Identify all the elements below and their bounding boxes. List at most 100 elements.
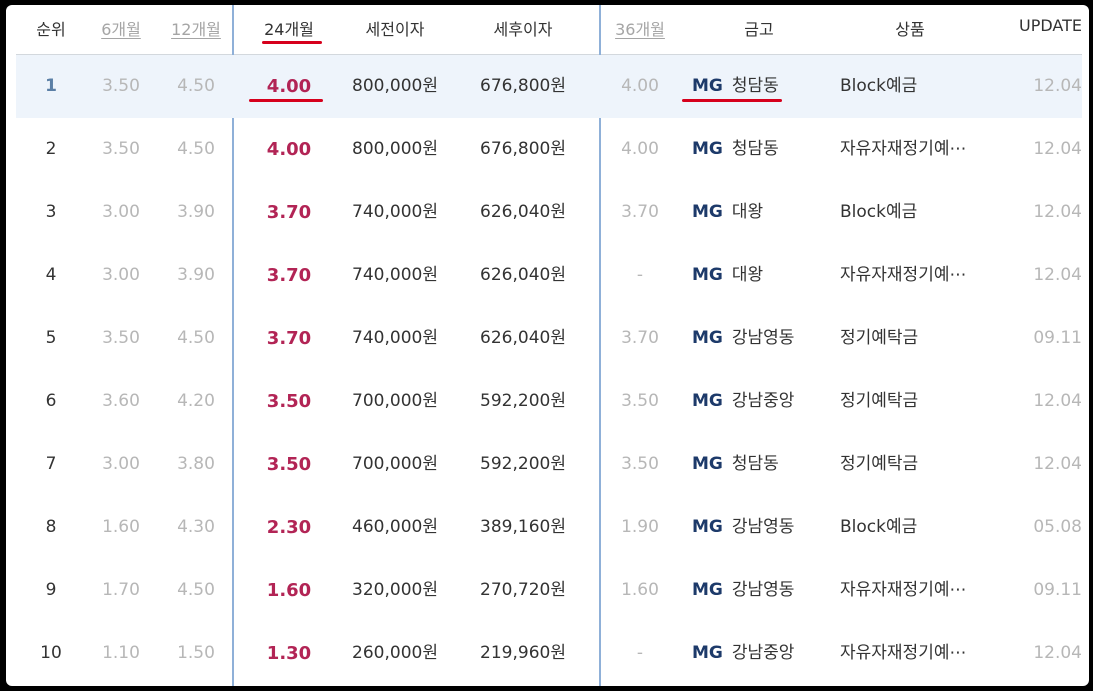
bank-name: 청담동: [731, 76, 779, 96]
bank-name: 청담동: [731, 454, 779, 474]
row1-rate-underline: [249, 99, 323, 102]
product-cell: 자유자재정기예⋯: [840, 139, 967, 159]
table-row[interactable]: 6 3.60 4.20 3.50 700,000원 592,200원 3.50 정기예탁금 12…: [16, 370, 1082, 433]
pretax-interest-cell: 800,000원: [352, 139, 438, 159]
rank-cell: 7: [45, 454, 57, 474]
pretax-interest-cell: 460,000원: [352, 517, 438, 537]
update-date-cell: 09.11: [1033, 328, 1082, 348]
pretax-interest-cell: 260,000원: [352, 643, 438, 663]
bank-cell[interactable]: MG 강남중앙: [692, 370, 794, 433]
mg-logo-text: MG: [692, 76, 723, 96]
rate-12month-cell: 3.90: [177, 265, 215, 285]
aftertax-interest-cell: 270,720원: [480, 580, 566, 600]
row1-bank-underline: [682, 99, 782, 102]
mg-logo-text: MG: [692, 265, 723, 285]
aftertax-interest-cell: 626,040원: [480, 202, 566, 222]
table-row[interactable]: 8 1.60 4.30 2.30 460,000원 389,160원 1.90 Block예금…: [16, 496, 1082, 559]
rate-12month-cell: 3.90: [177, 202, 215, 222]
rate-24month-cell: 3.70: [266, 265, 312, 286]
table-row[interactable]: 10 1.10 1.50 1.30 260,000원 219,960원 - 자유자재정기예⋯ 1…: [16, 622, 1082, 685]
bank-name: 강남영동: [731, 517, 795, 537]
bank-cell[interactable]: MG 강남영동: [692, 559, 794, 622]
rate-24month-cell: 3.70: [266, 202, 312, 223]
rate-36month-cell: -: [636, 643, 644, 663]
rate-12month-cell: 4.50: [177, 76, 215, 96]
aftertax-interest-cell: 626,040원: [480, 265, 566, 285]
rate-36month-cell: 1.60: [621, 580, 659, 600]
rate-24month-cell: 1.30: [266, 643, 312, 664]
header-aftertax-interest: 세후이자: [493, 20, 553, 39]
bank-cell[interactable]: MG 대왕: [692, 181, 763, 244]
rank-cell: 4: [45, 265, 57, 285]
rate-12month-cell: 3.80: [177, 454, 215, 474]
bank-cell[interactable]: MG 강남중앙: [692, 622, 794, 685]
rate-6month-cell: 1.70: [102, 580, 140, 600]
table-row[interactable]: 7 3.00 3.80 3.50 700,000원 592,200원 3.50 정기예탁금 12…: [16, 433, 1082, 496]
table-row[interactable]: 1 3.50 4.50 4.00 800,000원 676,800원 4.00 Block예금…: [16, 55, 1082, 118]
bank-cell[interactable]: MG 강남영동: [692, 496, 794, 559]
update-date-cell: 05.08: [1033, 517, 1082, 537]
product-cell: Block예금: [840, 517, 918, 537]
rate-24month-cell: 3.50: [266, 391, 312, 412]
header-6month-link[interactable]: 6개월: [101, 16, 141, 40]
header-36month-link[interactable]: 36개월: [615, 16, 665, 40]
update-date-cell: 12.04: [1033, 139, 1082, 159]
rate-24month-cell: 3.50: [266, 454, 312, 475]
aftertax-interest-cell: 389,160원: [480, 517, 566, 537]
rate-12month-cell: 4.50: [177, 580, 215, 600]
rate-6month-cell: 3.60: [102, 391, 140, 411]
rate-36month-cell: -: [636, 265, 644, 285]
bank-name: 강남영동: [731, 328, 795, 348]
update-date-cell: 12.04: [1033, 202, 1082, 222]
mg-logo-text: MG: [692, 580, 723, 600]
product-cell: 정기예탁금: [840, 328, 919, 348]
mg-logo-text: MG: [692, 517, 723, 537]
rate-24month-cell: 2.30: [266, 517, 312, 538]
rank-cell: 6: [45, 391, 57, 411]
header-24month[interactable]: 24개월: [264, 16, 314, 40]
rank-cell: 2: [45, 139, 57, 159]
rank-cell: 9: [45, 580, 57, 600]
mg-logo-text: MG: [692, 391, 723, 411]
update-date-cell: 12.04: [1033, 643, 1082, 663]
header-12month-link[interactable]: 12개월: [171, 16, 221, 40]
bank-name: 강남영동: [731, 580, 795, 600]
mg-logo-text: MG: [692, 328, 723, 348]
bank-cell[interactable]: MG 청담동: [692, 118, 779, 181]
table-row[interactable]: 5 3.50 4.50 3.70 740,000원 626,040원 3.70 정기예탁금 09…: [16, 307, 1082, 370]
bank-cell[interactable]: MG 청담동: [692, 433, 779, 496]
rate-12month-cell: 4.20: [177, 391, 215, 411]
rate-6month-cell: 1.60: [102, 517, 140, 537]
header-product: 상품: [895, 20, 925, 39]
table-row[interactable]: 2 3.50 4.50 4.00 800,000원 676,800원 4.00 자유자재정기예…: [16, 118, 1082, 181]
update-date-cell: 12.04: [1033, 391, 1082, 411]
product-cell: 자유자재정기예⋯: [840, 265, 967, 285]
rank-cell: 1: [45, 76, 57, 96]
rate-6month-cell: 3.00: [102, 265, 140, 285]
table-row[interactable]: 9 1.70 4.50 1.60 320,000원 270,720원 1.60 자유자재정기예…: [16, 559, 1082, 622]
product-cell: 정기예탁금: [840, 454, 919, 474]
rate-6month-cell: 3.00: [102, 454, 140, 474]
rank-cell: 10: [40, 643, 62, 663]
table-row[interactable]: 4 3.00 3.90 3.70 740,000원 626,040원 - 자유자재정기예⋯ 12…: [16, 244, 1082, 307]
header-pretax-interest: 세전이자: [365, 20, 425, 39]
rate-6month-cell: 3.00: [102, 202, 140, 222]
bank-cell[interactable]: MG 강남영동: [692, 307, 794, 370]
pretax-interest-cell: 800,000원: [352, 76, 438, 96]
product-cell: 자유자재정기예⋯: [840, 643, 967, 663]
rate-table: 순위 6개월 12개월 24개월 세전이자 세후이자 36개월 금고 상품 UP…: [6, 5, 1089, 686]
bank-name: 대왕: [731, 265, 764, 285]
rate-36month-cell: 4.00: [621, 139, 659, 159]
table-header: 순위 6개월 12개월 24개월 세전이자 세후이자 36개월 금고 상품 UP…: [16, 5, 1082, 55]
bank-cell[interactable]: MG 청담동: [692, 55, 779, 118]
rate-36month-cell: 3.50: [621, 391, 659, 411]
table-row[interactable]: 3 3.00 3.90 3.70 740,000원 626,040원 3.70 Block예금…: [16, 181, 1082, 244]
bank-cell[interactable]: MG 대왕: [692, 244, 763, 307]
rank-cell: 5: [45, 328, 57, 348]
rate-24month-cell: 3.70: [266, 328, 312, 349]
header-rank: 순위: [36, 20, 66, 39]
rate-36month-cell: 3.70: [621, 328, 659, 348]
rate-24month-cell: 4.00: [266, 139, 312, 160]
rate-12month-cell: 4.50: [177, 139, 215, 159]
rate-6month-cell: 3.50: [102, 76, 140, 96]
